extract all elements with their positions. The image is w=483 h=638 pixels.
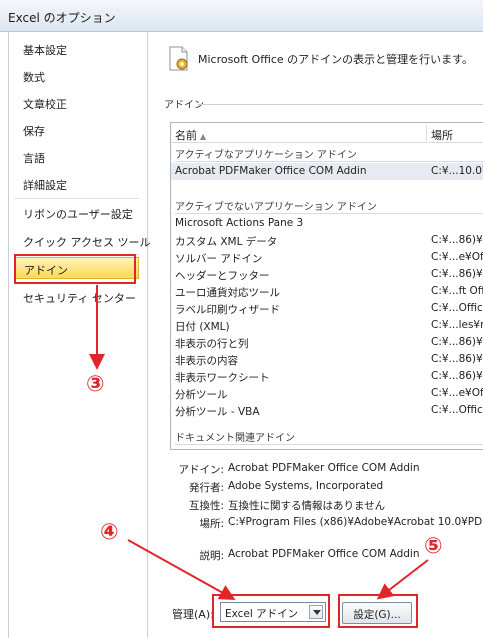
addin-name: ラベル印刷ウィザード [175, 304, 280, 316]
addin-name: 非表示の行と列 [175, 338, 249, 350]
sidebar-item-language[interactable]: 言語 [15, 146, 139, 168]
addin-location: C:¥...86)¥ [431, 234, 483, 246]
addin-name: 分析ツール [175, 389, 228, 401]
group-label-document: ドキュメント関連アドイン [175, 433, 295, 444]
addin-row[interactable]: ユーロ通貨対応ツール C:¥...ft Off [171, 283, 483, 300]
detail-value-location: C:¥Program Files (x86)¥Adobe¥Acrobat 10.… [228, 516, 483, 528]
sidebar-item-trust-center[interactable]: セキュリティ センター [15, 286, 139, 308]
sidebar-divider [15, 198, 139, 199]
annotation-box-go [338, 594, 418, 628]
addin-row[interactable]: カスタム XML データ C:¥...86)¥ [171, 232, 483, 249]
annotation-box-manage [212, 594, 330, 628]
annotation-box-addins [14, 254, 136, 284]
detail-value-addin: Acrobat PDFMaker Office COM Addin [228, 462, 420, 474]
addin-name: ユーロ通貨対応ツール [175, 287, 280, 299]
annotation-step-4: ④ [100, 520, 119, 545]
group-divider [175, 444, 483, 445]
group-label-active: アクティブなアプリケーション アドイン [175, 150, 357, 161]
addins-list[interactable]: 名前 ▲ 場所 アクティブなアプリケーション アドイン Acrobat PDFMa… [170, 122, 483, 450]
sidebar-item-quick-access-toolbar[interactable]: クイック アクセス ツール バー [15, 230, 176, 252]
window-title: Excel のオプション [8, 11, 116, 25]
group-divider [175, 213, 483, 214]
addin-row[interactable]: 非表示の行と列 C:¥...86)¥ [171, 334, 483, 351]
addin-name: Microsoft Actions Pane 3 [175, 217, 304, 229]
addin-location: C:¥...e¥Of [431, 251, 483, 263]
addin-row[interactable]: 分析ツール C:¥...e¥Of [171, 385, 483, 402]
detail-label-compat: 互換性: [188, 500, 224, 512]
addin-row[interactable]: ソルバー アドイン C:¥...e¥Of [171, 249, 483, 266]
sidebar-item-advanced[interactable]: 詳細設定 [15, 173, 139, 195]
addin-name: 日付 (XML) [175, 321, 230, 333]
sidebar-item-save[interactable]: 保存 [15, 119, 139, 141]
addin-row[interactable]: ヘッダーとフッター C:¥...86)¥ [171, 266, 483, 283]
addin-location: C:¥...les¥n [431, 319, 483, 331]
column-divider [426, 125, 427, 141]
addin-name: 分析ツール - VBA [175, 406, 260, 418]
group-divider [175, 161, 483, 162]
detail-value-compat: 互換性に関する情報はありません [228, 500, 386, 512]
addin-name: 非表示ワークシート [175, 372, 270, 384]
addin-location: C:¥...e¥Of [431, 387, 483, 399]
addin-location: C:¥...Office [431, 404, 483, 416]
addin-name: Acrobat PDFMaker Office COM Addin [175, 165, 367, 177]
addin-row[interactable]: ラベル印刷ウィザード C:¥...Office [171, 300, 483, 317]
sidebar-item-general[interactable]: 基本設定 [15, 38, 139, 60]
sort-ascending-icon: ▲ [200, 132, 207, 141]
detail-label-location: 場所: [199, 518, 224, 530]
addin-location: C:¥...Office [431, 302, 483, 314]
addin-location: C:¥...86)¥ [431, 268, 483, 280]
section-divider [198, 104, 483, 105]
manage-label: 管理(A): [172, 608, 214, 621]
addin-location: C:¥...10.0¥ [431, 165, 483, 177]
addin-row[interactable]: 非表示ワークシート C:¥...86)¥ [171, 368, 483, 385]
addin-row[interactable]: 分析ツール - VBA C:¥...Office [171, 402, 483, 419]
addin-location: C:¥...86)¥ [431, 353, 483, 365]
addin-row[interactable]: 非表示の内容 C:¥...86)¥ [171, 351, 483, 368]
sidebar-item-customize-ribbon[interactable]: リボンのユーザー設定 [15, 202, 139, 224]
detail-value-description: Acrobat PDFMaker Office COM Addin [228, 548, 420, 560]
detail-label-addin: アドイン: [178, 464, 224, 476]
addin-location: C:¥...ft Off [431, 285, 483, 297]
annotation-step-5: ⑤ [424, 534, 443, 559]
detail-value-publisher: Adobe Systems, Incorporated [228, 480, 384, 492]
addin-row[interactable]: 日付 (XML) C:¥...les¥n [171, 317, 483, 334]
addin-name: ソルバー アドイン [175, 253, 263, 265]
options-sidebar: 基本設定 数式 文章校正 保存 言語 詳細設定 リボンのユーザー設定 クイック … [8, 32, 176, 638]
detail-label-description: 説明: [199, 550, 224, 562]
addin-location: C:¥...86)¥ [431, 336, 483, 348]
addin-row[interactable]: Acrobat PDFMaker Office COM Addin C:¥...… [171, 163, 483, 180]
annotation-step-3: ③ [86, 372, 105, 397]
group-label-inactive: アクティブでないアプリケーション アドイン [175, 202, 377, 213]
addin-name: 非表示の内容 [175, 355, 238, 367]
addin-row[interactable]: Microsoft Actions Pane 3 [171, 215, 483, 232]
addins-list-header: 名前 ▲ 場所 [171, 123, 483, 143]
column-header-name[interactable]: 名前 ▲ [175, 127, 206, 143]
title-bar: Excel のオプション [0, 0, 483, 32]
sidebar-item-proofing[interactable]: 文章校正 [15, 92, 139, 114]
addin-name: ヘッダーとフッター [175, 270, 270, 282]
addin-gear-icon [169, 46, 188, 71]
sidebar-item-formulas[interactable]: 数式 [15, 65, 139, 87]
panel-header-text: Microsoft Office のアドインの表示と管理を行います。 [198, 53, 474, 66]
detail-label-publisher: 発行者: [188, 482, 224, 494]
addin-name: カスタム XML データ [175, 236, 278, 248]
addin-location: C:¥...86)¥ [431, 370, 483, 382]
column-header-location[interactable]: 場所 [431, 127, 453, 143]
